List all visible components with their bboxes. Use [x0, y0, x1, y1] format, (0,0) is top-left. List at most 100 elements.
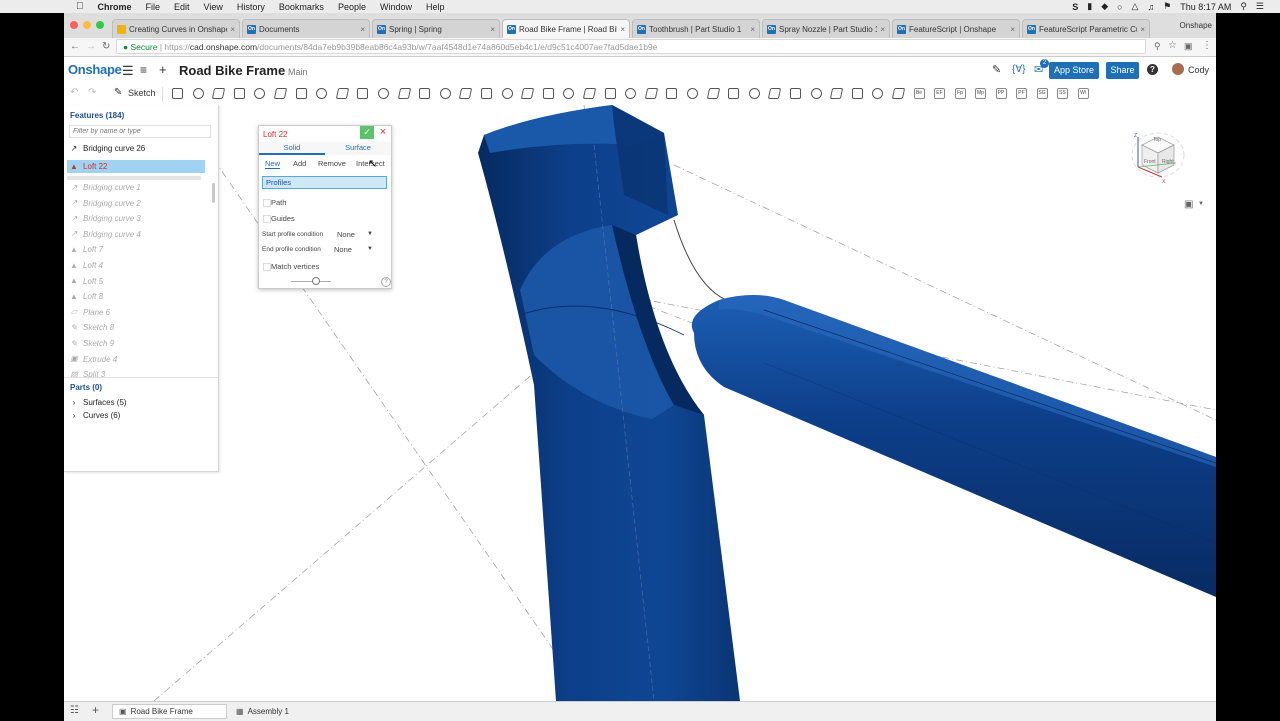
share-button[interactable]: Share [1106, 62, 1139, 79]
tab-part-studio[interactable]: ▣ Road Bike Frame [112, 704, 227, 719]
hole-icon[interactable] [357, 88, 369, 99]
feature-item-selected[interactable]: ▲ Loft 22 [67, 160, 205, 173]
view-cube-right[interactable]: Right [1162, 159, 1174, 165]
variable-icon[interactable] [728, 88, 740, 99]
custom-feature-pf-icon[interactable]: PF [1016, 88, 1027, 99]
mate-connector-icon[interactable] [604, 88, 616, 99]
extension-icon[interactable]: ⚲ [1154, 41, 1161, 52]
extension-icon[interactable]: ▣ [1184, 41, 1193, 52]
feature-item[interactable]: ↗ Bridging curve 3 [70, 214, 141, 223]
help-icon[interactable]: ? [381, 277, 391, 287]
custom-feature-pp-icon[interactable]: PP [995, 88, 1007, 99]
menu-window[interactable]: Window [380, 2, 412, 12]
avatar[interactable] [1172, 63, 1184, 75]
isocline-icon[interactable] [706, 88, 720, 99]
branch-label[interactable]: Main [288, 67, 308, 77]
sketch-button[interactable]: Sketch [128, 88, 156, 98]
onshape-logo[interactable]: Onshape [68, 62, 122, 77]
feature-list-scrollbar[interactable] [212, 183, 215, 203]
pattern-icon[interactable] [378, 88, 389, 99]
start-condition-select[interactable]: None [337, 230, 355, 239]
tab-icon[interactable] [810, 88, 822, 99]
corner-icon[interactable] [830, 88, 844, 99]
browser-tab[interactable]: On Spring | Spring × [372, 19, 500, 38]
browser-tab[interactable]: On Spray Nozzle | Part Studio 1 × [762, 19, 890, 38]
bridging-curve-icon[interactable] [666, 88, 678, 99]
feature-item[interactable]: ▱ Plane 6 [70, 308, 110, 317]
custom-feature-ss-icon[interactable]: SS [1057, 88, 1068, 99]
plane-icon[interactable] [582, 88, 597, 99]
flange-icon[interactable] [790, 88, 801, 99]
close-icon[interactable]: × [1010, 25, 1015, 34]
browser-tab[interactable]: On FeatureScript Parametric Cu × [1022, 19, 1150, 38]
sweep-icon[interactable] [212, 88, 226, 99]
notification-center-icon[interactable]: ☰ [1256, 1, 1264, 12]
redo-icon[interactable]: ↷ [88, 87, 96, 98]
custom-feature-wi-icon[interactable]: Wi [1077, 88, 1089, 99]
projected-curve-icon[interactable] [687, 88, 698, 99]
browser-tab[interactable]: On FeatureScript | Onshape × [892, 19, 1020, 38]
fillet-icon[interactable] [273, 88, 288, 99]
browser-tab[interactable]: Creating Curves in Onshape × [112, 19, 240, 38]
graphics-viewport[interactable]: Z X Top Front Right ▣ ▼ [64, 105, 1216, 701]
app-store-button[interactable]: App Store [1049, 62, 1099, 79]
path-checkbox[interactable] [263, 199, 271, 207]
frame-icon[interactable] [768, 88, 782, 99]
menu-edit[interactable]: Edit [174, 2, 190, 12]
chevron-right-icon[interactable]: › [70, 398, 78, 407]
menu-file[interactable]: File [146, 2, 161, 12]
loft-icon[interactable] [233, 88, 245, 99]
modify-fillet-icon[interactable] [501, 88, 513, 99]
guides-checkbox[interactable] [263, 215, 271, 223]
profile-button[interactable]: Onshape [1180, 21, 1212, 30]
browser-tab[interactable]: On Toothbrush | Part Studio 1 × [632, 19, 760, 38]
bookmark-star-icon[interactable]: ☆ [1168, 40, 1177, 51]
reload-icon[interactable]: ↻ [102, 41, 110, 52]
browser-tab[interactable]: On Documents × [242, 19, 370, 38]
feature-item[interactable]: ▲ Loft 8 [70, 292, 103, 301]
cancel-close-icon[interactable]: × [377, 126, 389, 139]
close-icon[interactable]: × [750, 25, 755, 34]
parts-group-surfaces[interactable]: › Surfaces (5) [70, 398, 127, 407]
preview-slider-track[interactable] [291, 281, 331, 282]
feature-item[interactable]: ▣ Extrude 4 [70, 355, 117, 364]
add-tab-icon[interactable]: + [92, 703, 99, 717]
battery-icon[interactable]: ▮ [1087, 1, 1092, 12]
undo-icon[interactable]: ↶ [70, 87, 78, 98]
preview-slider-handle[interactable] [312, 277, 320, 285]
menu-bookmarks[interactable]: Bookmarks [279, 2, 324, 12]
feature-item[interactable]: ↗ Bridging curve 4 [70, 230, 141, 239]
shell-icon[interactable] [335, 88, 349, 99]
tab-assembly[interactable]: ▦ Assembly 1 [230, 704, 350, 719]
custom-feature-be-icon[interactable]: Be [913, 88, 925, 99]
close-icon[interactable]: × [360, 25, 365, 34]
flag-icon[interactable]: ⚑ [1163, 1, 1171, 12]
feature-item[interactable]: ✎ Sketch 8 [70, 323, 115, 332]
custom-feature-mp-icon[interactable]: Mp [975, 88, 986, 99]
head-tube[interactable] [478, 105, 740, 701]
menu-people[interactable]: People [338, 2, 366, 12]
delete-part-icon[interactable] [481, 88, 492, 99]
feature-item[interactable]: ✎ Sketch 9 [70, 339, 115, 348]
op-add[interactable]: Add [293, 159, 306, 168]
close-icon[interactable]: × [620, 25, 625, 34]
volume-icon[interactable]: ♫ [1147, 2, 1154, 12]
feature-item[interactable]: ▲ Loft 7 [70, 245, 103, 254]
forward-arrow-icon[interactable]: → [86, 41, 96, 52]
op-new[interactable]: New [265, 159, 281, 169]
airplay-icon[interactable]: △ [1132, 1, 1139, 12]
thicken-icon[interactable] [254, 88, 266, 99]
menu-app-name[interactable]: Chrome [98, 2, 132, 12]
hamburger-menu-icon[interactable]: ☰ [122, 63, 134, 79]
chevron-right-icon[interactable]: › [70, 411, 78, 420]
apple-icon[interactable]:  [76, 1, 84, 12]
form-icon[interactable] [872, 88, 884, 99]
model-render[interactable] [64, 105, 1216, 701]
transform-icon[interactable] [459, 88, 473, 99]
top-tube[interactable] [691, 295, 1216, 597]
rollback-bar[interactable] [67, 176, 201, 180]
draft-icon[interactable] [316, 88, 328, 99]
parts-group-curves[interactable]: › Curves (6) [70, 411, 121, 420]
match-vertices-checkbox[interactable] [263, 263, 271, 271]
sheet-metal-icon[interactable] [748, 88, 760, 99]
